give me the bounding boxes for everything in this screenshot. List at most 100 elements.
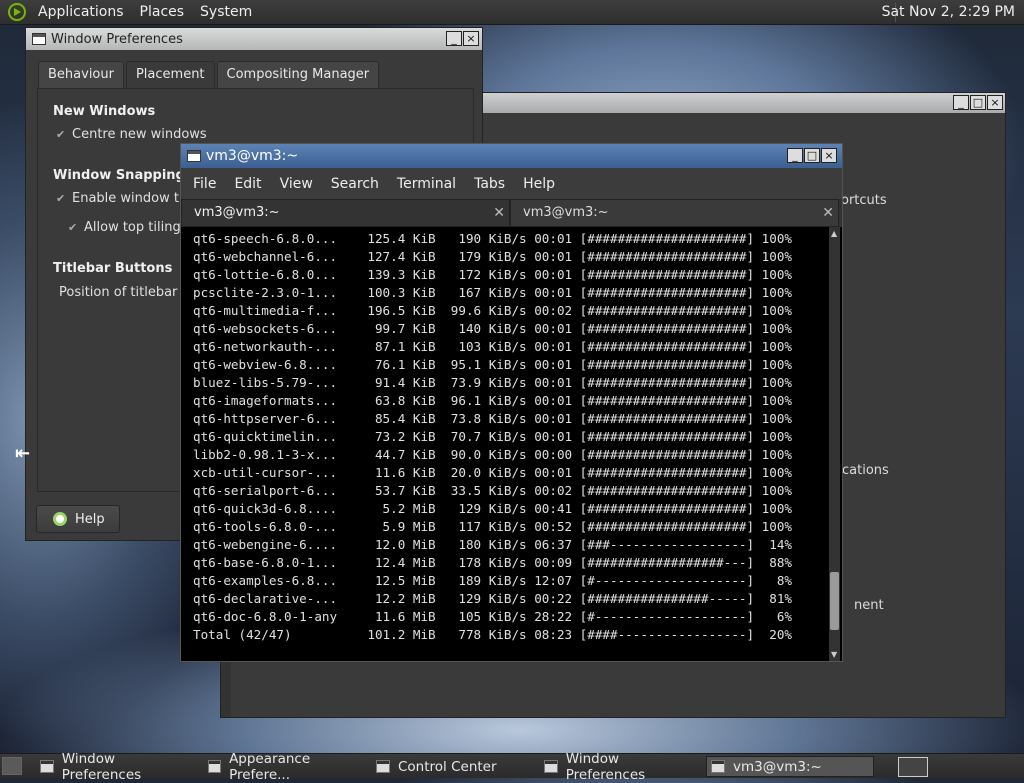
appearance-icon — [208, 760, 222, 773]
clock[interactable]: Sat Nov 2, 2:29 PM — [882, 4, 1015, 20]
workspace-switcher[interactable] — [898, 757, 928, 777]
terminal-line: qt6-examples-6.8... 12.5 MiB 189 KiB/s 1… — [193, 573, 792, 588]
terminal-icon — [187, 150, 201, 162]
help-label: Help — [75, 511, 105, 527]
menu-terminal[interactable]: Terminal — [388, 176, 465, 192]
terminal-tab-label: vm3@vm3:~ — [523, 205, 609, 220]
terminal-line: qt6-quick3d-6.8.... 5.2 MiB 129 KiB/s 00… — [193, 501, 792, 516]
new-windows-heading: New Windows — [53, 104, 156, 119]
menu-help[interactable]: Help — [514, 176, 564, 192]
taskbar-item[interactable]: Window Preferences — [36, 751, 196, 783]
menu-file[interactable]: File — [184, 176, 225, 192]
terminal-line: qt6-webchannel-6... 127.4 KiB 179 KiB/s … — [193, 249, 792, 264]
maximize-button[interactable]: □ — [970, 95, 986, 110]
menu-edit[interactable]: Edit — [225, 176, 270, 192]
terminal-line: libb2-0.98.1-3-x... 44.7 KiB 90.0 KiB/s … — [193, 447, 792, 462]
menu-tabs[interactable]: Tabs — [465, 176, 514, 192]
menu-search[interactable]: Search — [322, 176, 388, 192]
terminal-line: qt6-networkauth-... 87.1 KiB 103 KiB/s 0… — [193, 339, 792, 354]
scrollbar-thumb[interactable] — [830, 572, 839, 630]
distro-logo-icon[interactable] — [8, 3, 26, 21]
terminal-line: qt6-lottie-6.8.0... 139.3 KiB 172 KiB/s … — [193, 267, 792, 282]
terminal-line: xcb-util-cursor-... 11.6 KiB 20.0 KiB/s … — [193, 465, 792, 480]
centre-label: Centre new windows — [72, 127, 207, 142]
help-icon — [53, 512, 67, 526]
top-panel: Applications Places System Sat Nov 2, 2:… — [0, 0, 1024, 25]
terminal-tab[interactable]: vm3@vm3:~ ✕ — [181, 199, 510, 227]
show-desktop-icon[interactable] — [2, 757, 22, 775]
taskbar-item[interactable]: Window Preferences — [540, 751, 700, 783]
terminal-line: qt6-serialport-6... 53.7 KiB 33.5 KiB/s … — [193, 483, 792, 498]
minimize-button[interactable]: _ — [787, 148, 803, 163]
window-icon — [544, 760, 558, 773]
check-icon: ✔ — [56, 127, 66, 141]
terminal-line: qt6-websockets-6... 99.7 KiB 140 KiB/s 0… — [193, 321, 792, 336]
terminal-line: pcsclite-2.3.0-1... 100.3 KiB 167 KiB/s … — [193, 285, 792, 300]
taskbar-item-label: Control Center — [398, 758, 497, 775]
terminal-output[interactable]: qt6-speech-6.8.0... 125.4 KiB 190 KiB/s … — [181, 227, 829, 661]
titlebar-buttons-heading: Titlebar Buttons — [53, 261, 173, 276]
minimize-button[interactable]: _ — [953, 95, 969, 110]
terminal-line: Total (42/47) 101.2 MiB 778 KiB/s 08:23 … — [193, 627, 792, 642]
help-button[interactable]: Help — [36, 505, 120, 533]
terminal-line: qt6-webengine-6.... 12.0 MiB 180 KiB/s 0… — [193, 537, 792, 552]
window-icon — [32, 33, 46, 45]
tab-placement[interactable]: Placement — [125, 61, 215, 89]
terminal-menubar: File Edit View Search Terminal Tabs Help — [181, 168, 842, 199]
resize-cursor-icon: ⇤ — [15, 443, 31, 464]
enable-tiling-checkbox[interactable]: ✔ Enable window tili — [56, 191, 190, 206]
terminal-tab-label: vm3@vm3:~ — [194, 205, 280, 220]
enable-tiling-label: Enable window tili — [72, 191, 190, 206]
maximize-button[interactable]: □ — [804, 148, 820, 163]
menu-view[interactable]: View — [271, 176, 322, 192]
terminal-title: vm3@vm3:~ — [206, 148, 299, 164]
terminal-scrollbar[interactable]: ▲ ▼ — [829, 227, 840, 661]
window-icon — [40, 760, 54, 773]
shortcuts-label-fragment[interactable]: ortcuts — [841, 193, 887, 208]
terminal-line: qt6-quicktimelin... 73.2 KiB 70.7 KiB/s … — [193, 429, 792, 444]
close-button[interactable]: × — [987, 95, 1003, 110]
taskbar-item-active[interactable]: vm3@vm3:~ — [706, 756, 874, 777]
tab-compositing-manager[interactable]: Compositing Manager — [216, 61, 380, 89]
check-icon: ✔ — [68, 220, 78, 234]
centre-new-windows-checkbox[interactable]: ✔ Centre new windows — [56, 127, 207, 142]
terminal-line: bluez-libs-5.79-... 91.4 KiB 73.9 KiB/s … — [193, 375, 792, 390]
close-tab-icon[interactable]: ✕ — [493, 200, 505, 226]
applications-label-fragment[interactable]: cations — [842, 463, 889, 478]
applications-menu[interactable]: Applications — [30, 4, 132, 20]
window-title: Window Preferences — [51, 31, 183, 47]
terminal-line: qt6-multimedia-f... 196.5 KiB 99.6 KiB/s… — [193, 303, 792, 318]
terminal-line: qt6-base-6.8.0-1... 12.4 MiB 178 KiB/s 0… — [193, 555, 792, 570]
terminal-titlebar[interactable]: vm3@vm3:~ _ □ × — [181, 144, 842, 168]
minimize-button[interactable]: _ — [446, 31, 462, 46]
taskbar-item-label: vm3@vm3:~ — [733, 758, 822, 775]
system-menu[interactable]: System — [192, 4, 260, 20]
allow-top-tiling-checkbox[interactable]: ✔ Allow top tiling — [68, 220, 181, 235]
terminal-line: qt6-speech-6.8.0... 125.4 KiB 190 KiB/s … — [193, 231, 792, 246]
tab-behaviour[interactable]: Behaviour — [38, 61, 124, 89]
terminal-tab[interactable]: vm3@vm3:~ ✕ — [510, 199, 839, 227]
terminal-line: qt6-declarative-... 12.2 MiB 129 KiB/s 0… — [193, 591, 792, 606]
scroll-up-icon[interactable]: ▲ — [831, 229, 837, 238]
terminal-line: qt6-webview-6.8.... 76.1 KiB 95.1 KiB/s … — [193, 357, 792, 372]
close-tab-icon[interactable]: ✕ — [822, 200, 834, 226]
close-button[interactable]: × — [463, 31, 479, 46]
control-center-icon — [376, 760, 390, 773]
terminal-line: qt6-tools-6.8.0-... 5.9 MiB 117 KiB/s 00… — [193, 519, 792, 534]
taskbar-item[interactable]: Control Center — [372, 756, 532, 777]
terminal-icon — [711, 760, 725, 773]
management-label-fragment[interactable]: nent — [854, 598, 884, 613]
scroll-down-icon[interactable]: ▼ — [831, 650, 837, 659]
terminal-line: qt6-httpserver-6... 85.4 KiB 73.8 KiB/s … — [193, 411, 792, 426]
window-preferences-titlebar[interactable]: Window Preferences _ × — [26, 28, 482, 50]
titlebar-position-label: Position of titlebar b — [59, 285, 190, 300]
close-button[interactable]: × — [821, 148, 837, 163]
check-icon: ✔ — [56, 191, 66, 205]
terminal-line: qt6-doc-6.8.0-1-any 11.6 MiB 105 KiB/s 2… — [193, 609, 792, 624]
prefs-tabs: Behaviour Placement Compositing Manager — [38, 61, 381, 89]
taskbar-item[interactable]: Appearance Prefere... — [204, 751, 364, 783]
terminal-line: qt6-imageformats... 63.8 KiB 96.1 KiB/s … — [193, 393, 792, 408]
terminal-window: vm3@vm3:~ _ □ × File Edit View Search Te… — [180, 143, 843, 662]
places-menu[interactable]: Places — [132, 4, 193, 20]
bottom-panel: Window Preferences Appearance Prefere...… — [0, 751, 1024, 783]
